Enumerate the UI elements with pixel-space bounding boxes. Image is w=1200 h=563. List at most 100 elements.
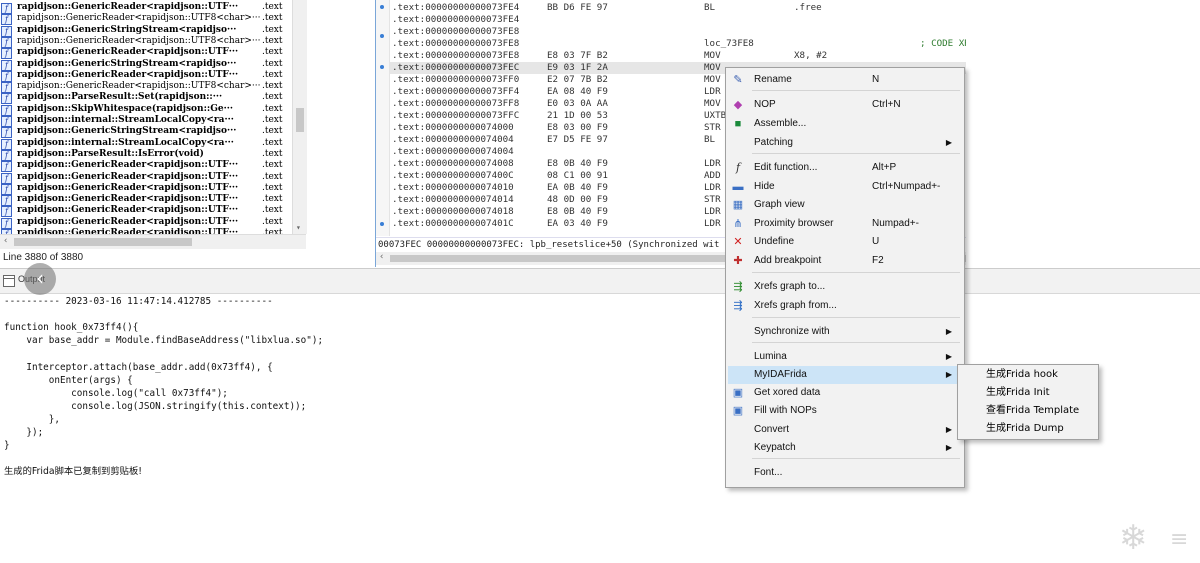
nop-eraser-icon: ◆ bbox=[733, 99, 743, 111]
back-button[interactable]: ‹ bbox=[24, 263, 56, 295]
submenu-item[interactable]: 生成Frida hook bbox=[960, 366, 1096, 384]
function-row[interactable]: frapidjson::GenericReader<rapidjson::UTF… bbox=[0, 160, 290, 173]
menu-item-myidafrida[interactable]: MyIDAFrida ▶ bbox=[728, 366, 962, 384]
menu-item-patching[interactable]: Patching ▶ bbox=[728, 134, 962, 152]
menu-item-convert[interactable]: Convert ▶ bbox=[728, 421, 962, 439]
menu-item-xrefs-graph-to[interactable]: ⇶ Xrefs graph to... bbox=[728, 278, 962, 296]
function-segment: .text bbox=[262, 35, 283, 46]
output-line: console.log("call 0x73ff4"); bbox=[4, 387, 228, 399]
mnemonic: UXTB bbox=[704, 110, 727, 121]
submenu-item[interactable]: 生成Frida Dump bbox=[960, 420, 1096, 438]
disassembly-line[interactable]: .text:00000000000073FE8 loc_73FE8 ; CODE X… bbox=[390, 38, 966, 50]
function-row[interactable]: f rapidjson::SkipWhitespace(rapidjson::Ge… bbox=[0, 104, 290, 116]
graph-view-icon: ▦ bbox=[732, 199, 744, 211]
menu-item-shortcut: Alt+P bbox=[872, 162, 897, 173]
function-name: rapidjson::internal::StreamLocalCopy<ra·… bbox=[17, 137, 234, 148]
mnemonic: STR bbox=[704, 194, 721, 205]
address: .text:00000000000073FF0 bbox=[392, 74, 520, 85]
submenu-item[interactable]: 查看Frida Template bbox=[960, 402, 1096, 420]
submenu-item[interactable]: 生成Frida Init bbox=[960, 384, 1096, 402]
disassembly-line[interactable]: .text:00000000000073FE4 bbox=[390, 14, 966, 26]
function-segment: .text bbox=[262, 194, 283, 205]
menu-item-undefine[interactable]: ✕ Undefine U bbox=[728, 233, 962, 251]
function-row[interactable]: f rapidjson::internal::StreamLocalCopy<ra… bbox=[0, 115, 290, 127]
function-row[interactable]: frapidjson::GenericReader<rapidjson::UTF… bbox=[0, 13, 290, 26]
gutter-marker-icon bbox=[380, 34, 384, 38]
output-line: 生成的Frida脚本已复制到剪贴板! bbox=[4, 466, 142, 478]
scroll-left-arrow-icon[interactable]: ‹ bbox=[379, 252, 384, 262]
address: .text:0000000000074018 bbox=[392, 206, 514, 217]
menu-item-lumina[interactable]: Lumina ▶ bbox=[728, 348, 962, 366]
menu-item-hide[interactable]: ▬ Hide Ctrl+Numpad+- bbox=[728, 178, 962, 196]
function-row[interactable]: f rapidjson::internal::StreamLocalCopy<ra… bbox=[0, 137, 290, 150]
menu-item-xrefs-graph-from[interactable]: ⇶ Xrefs graph from... bbox=[728, 297, 962, 315]
opcode-bytes: 48 0D 00 F9 bbox=[547, 194, 608, 205]
menu-item-label: NOP bbox=[754, 99, 776, 110]
function-row[interactable]: frapidjson::GenericReader<rapidjson::UTF… bbox=[0, 81, 290, 94]
scrollbar-thumb[interactable] bbox=[296, 108, 304, 132]
scroll-left-arrow-icon[interactable]: ‹ bbox=[3, 236, 8, 246]
opcode-bytes: E7 D5 FE 97 bbox=[547, 134, 608, 145]
scrollbar-thumb[interactable] bbox=[14, 238, 192, 246]
scroll-down-arrow-icon[interactable]: ▾ bbox=[296, 223, 301, 232]
menu-item-assemble[interactable]: ■ Assemble... bbox=[728, 115, 962, 133]
function-row[interactable]: f rapidjson::ParseResult::IsError(void) .t… bbox=[0, 148, 290, 161]
menu-item-label: Xrefs graph to... bbox=[754, 281, 826, 292]
menu-item-synchronize-with[interactable]: Synchronize with ▶ bbox=[728, 323, 962, 341]
assemble-icon: ■ bbox=[734, 118, 742, 130]
function-row[interactable]: frapidjson::GenericReader<rapidjson::UTF… bbox=[0, 70, 290, 82]
function-row[interactable]: frapidjson::GenericReader<rapidjson::UTF… bbox=[0, 35, 290, 48]
function-row[interactable]: frapidjson::GenericReader<rapidjson::UTF… bbox=[0, 47, 290, 60]
menu-item-edit-function[interactable]: f Edit function... Alt+P bbox=[728, 159, 962, 177]
menu-item-proximity-browser[interactable]: ⋔ Proximity browser Numpad+- bbox=[728, 215, 962, 233]
undefine-x-icon: ✕ bbox=[733, 236, 743, 248]
menu-item-label: Fill with NOPs bbox=[754, 405, 817, 416]
menu-item-label: Patching bbox=[754, 137, 793, 148]
menu-item-label: Add breakpoint bbox=[754, 255, 822, 266]
function-name: rapidjson::GenericStringStream<rapidjso·… bbox=[17, 24, 237, 35]
menu-item-get-xored-data[interactable]: ▣ Get xored data bbox=[728, 384, 962, 402]
menu-item-fill-with-nops[interactable]: ▣ Fill with NOPs bbox=[728, 402, 962, 420]
comment: ; CODE XREF: lpb_resetslice+38↑j bbox=[920, 38, 966, 49]
address: .text:000000000007401C bbox=[392, 218, 514, 229]
address: .text:0000000000074004 bbox=[392, 146, 514, 157]
disassembly-gutter bbox=[376, 0, 390, 236]
function-row[interactable]: f rapidjson::GenericStringStream<rapidjso… bbox=[0, 24, 290, 37]
function-name: rapidjson::GenericStringStream<rapidjso·… bbox=[17, 58, 237, 69]
function-row[interactable]: frapidjson::GenericReader<rapidjson::UTF… bbox=[0, 2, 290, 14]
menu-item-label: Graph view bbox=[754, 199, 805, 210]
mnemonic: LDR bbox=[704, 218, 721, 229]
function-row[interactable]: f rapidjson::GenericStringStream<rapidjso… bbox=[0, 126, 290, 139]
address: .text:0000000000074008 bbox=[392, 158, 514, 169]
function-row[interactable]: frapidjson::GenericReader<rapidjson::UTF… bbox=[0, 205, 290, 218]
address: .text:000000000007400C bbox=[392, 170, 514, 181]
menu-item-rename[interactable]: ✎ Rename N bbox=[728, 71, 962, 89]
function-row[interactable]: frapidjson::GenericReader<rapidjson::UTF… bbox=[0, 194, 290, 207]
mnemonic: MOV bbox=[704, 74, 721, 85]
submenu-arrow-icon: ▶ bbox=[945, 327, 952, 336]
disassembly-line[interactable]: .text:00000000000073FE8 E8 03 7F B2 MOV X8,… bbox=[390, 50, 966, 62]
function-row[interactable]: frapidjson::GenericReader<rapidjson::UTF… bbox=[0, 183, 290, 195]
function-segment: .text bbox=[262, 126, 283, 137]
menu-item-keypatch[interactable]: Keypatch ▶ bbox=[728, 439, 962, 457]
menu-item-graph-view[interactable]: ▦ Graph view bbox=[728, 196, 962, 214]
functions-horizontal-scrollbar[interactable]: ‹ bbox=[0, 234, 306, 249]
function-row[interactable]: f rapidjson::ParseResult::Set(rapidjson::… bbox=[0, 92, 290, 105]
function-segment: .text bbox=[262, 2, 283, 12]
function-row[interactable]: frapidjson::GenericReader<rapidjson::UTF… bbox=[0, 172, 290, 184]
menu-item-nop[interactable]: ◆ NOP Ctrl+N bbox=[728, 96, 962, 114]
disassembly-line[interactable]: .text:00000000000073FE4 BB D6 FE 97 BL .fre… bbox=[390, 2, 966, 14]
address: .text:0000000000074010 bbox=[392, 182, 514, 193]
menu-item-add-breakpoint[interactable]: ✚ Add breakpoint F2 bbox=[728, 252, 962, 270]
function-name: rapidjson::GenericReader<rapidjson::UTF·… bbox=[17, 194, 239, 205]
disassembly-line[interactable]: .text:00000000000073FE8 bbox=[390, 26, 966, 38]
function-row[interactable]: frapidjson::GenericReader<rapidjson::UTF… bbox=[0, 217, 290, 229]
function-row[interactable]: f rapidjson::GenericStringStream<rapidjso… bbox=[0, 58, 290, 71]
menu-item-shortcut: Ctrl+Numpad+- bbox=[872, 181, 941, 192]
functions-vertical-scrollbar[interactable]: ▾ bbox=[292, 0, 307, 234]
submenu-arrow-icon: ▶ bbox=[945, 370, 952, 379]
menu-item-font[interactable]: Font... bbox=[728, 464, 962, 482]
function-segment: .text bbox=[262, 148, 283, 159]
menu-item-label: Font... bbox=[754, 467, 783, 478]
mnemonic: BL bbox=[704, 2, 716, 13]
